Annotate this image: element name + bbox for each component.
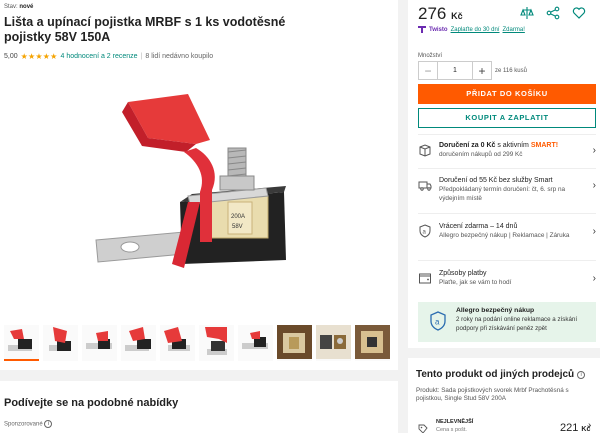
other-sellers-title: Tento produkt od jiných prodejců i — [416, 369, 586, 380]
payment-label: Způsoby platby — [439, 270, 487, 277]
twisto-icon — [418, 25, 426, 35]
cheapest-label: NEJLEVNĚJŠÍ — [436, 419, 474, 425]
delivery-standard-row[interactable]: Doručení od 55 Kč bez služby Smart Předp… — [418, 168, 596, 212]
quantity-label: Množství — [418, 53, 443, 59]
payment-row[interactable]: Způsoby platby Plaťte, jak se vám to hod… — [418, 260, 596, 296]
reviews-link[interactable]: 4 hodnocení a 2 recenze — [60, 53, 137, 60]
shield-icon: a — [428, 311, 448, 331]
price-value: 276 — [418, 4, 447, 23]
thumbnail[interactable] — [160, 325, 195, 361]
paylater-link[interactable]: Zaplaťte do 30 dní — [451, 27, 500, 33]
similar-offers-title: Podívejte se na podobné nabídky — [4, 397, 179, 409]
condition-label: Stav: — [4, 4, 18, 10]
price: 276 Kč — [418, 4, 463, 24]
heart-icon[interactable] — [572, 6, 586, 20]
recent-buyers: 8 lidí nedávno koupilo — [145, 53, 214, 60]
delivery-box-icon — [418, 143, 432, 157]
safe-purchase-title: Allegro bezpečný nákup — [456, 307, 535, 314]
svg-text:200A: 200A — [231, 214, 245, 220]
other-seller-price[interactable]: 221 Kč — [560, 422, 590, 433]
other-price-value: 221 — [560, 422, 579, 433]
smart-logo: SMART! — [530, 142, 559, 149]
thumbnail[interactable] — [238, 325, 273, 361]
wallet-icon — [418, 271, 432, 285]
thumbnail[interactable] — [199, 325, 234, 361]
chevron-right-icon[interactable]: › — [588, 420, 591, 431]
sponsored-label: Sponzorované i — [4, 420, 53, 428]
condition-value: nové — [19, 4, 34, 10]
buy-now-button[interactable]: KOUPIT A ZAPLATIT — [418, 108, 596, 128]
quantity-minus-button[interactable]: − — [419, 64, 437, 78]
returns-sub: Allegro bezpečný nákup | Reklamace | Zár… — [439, 232, 570, 239]
delivery-standard-sub: Předpokládaný termín doručení: čt, 6. sr… — [439, 186, 566, 202]
truck-icon — [418, 178, 432, 192]
sponsored-text: Sponzorované — [4, 421, 43, 428]
svg-text:a: a — [423, 230, 427, 236]
thumbnail[interactable] — [121, 325, 156, 361]
thumbnail[interactable] — [316, 325, 351, 361]
rating-value: 5,00 — [4, 53, 18, 60]
chevron-right-icon: › — [592, 273, 596, 284]
quantity-stepper: − 1 + — [418, 61, 492, 80]
svg-text:a: a — [435, 318, 440, 327]
chevron-right-icon: › — [592, 180, 596, 191]
other-sellers-heading: Tento produkt od jiných prodejců — [416, 369, 575, 380]
separator: | — [140, 53, 143, 60]
returns-row[interactable]: a Vrácení zdarma – 14 dnů Allegro bezpeč… — [418, 213, 596, 259]
delivery-standard-label: Doručení od 55 Kč bez služby Smart — [439, 177, 553, 184]
quantity-available: ze 116 kusů — [495, 68, 527, 74]
price-currency: Kč — [451, 11, 463, 21]
cheapest-sub: Cena s pošt. — [436, 427, 467, 433]
delivery-free-sub: doručením nákupů od 299 Kč — [439, 151, 523, 158]
condition: Stav: nové — [4, 4, 33, 10]
chevron-right-icon: › — [592, 145, 596, 156]
delivery-free-rest: s aktivním — [495, 142, 531, 149]
tag-icon — [418, 421, 428, 433]
rating-row: 5,00 ★★★★★ 4 hodnocení a 2 recenze | 8 l… — [4, 52, 213, 61]
svg-text:58V: 58V — [232, 224, 243, 230]
return-icon: a — [418, 224, 432, 238]
thumbnail-strip — [4, 325, 390, 361]
compare-icon[interactable] — [520, 6, 534, 20]
twisto-label: Twisto — [429, 27, 448, 33]
thumbnail[interactable] — [277, 325, 312, 361]
other-sellers-desc: Produkt: Sada pojistkových svorek Mrbf P… — [416, 387, 569, 402]
safe-purchase-box[interactable]: a Allegro bezpečný nákup 2 roky na podán… — [418, 302, 596, 342]
product-actions — [520, 6, 586, 20]
chevron-right-icon: › — [592, 226, 596, 237]
quantity-plus-button[interactable]: + — [473, 64, 491, 78]
info-icon[interactable]: i — [44, 420, 53, 428]
product-title: Lišta a upínací pojistka MRBF s 1 ks vod… — [4, 15, 286, 44]
add-to-cart-button[interactable]: PŘIDAT DO KOŠÍKU — [418, 84, 596, 104]
share-icon[interactable] — [546, 6, 560, 20]
safe-purchase-text: 2 roky na podání online reklamace a získ… — [456, 316, 578, 332]
delivery-smart-row[interactable]: Doručení za 0 Kč s aktivním SMART! doruč… — [418, 134, 596, 168]
payment-sub: Plaťte, jak se vám to hodí — [439, 279, 512, 286]
thumbnail[interactable] — [43, 325, 78, 361]
paylater-free[interactable]: Zdarma! — [503, 27, 525, 33]
stars-icon: ★★★★★ — [20, 52, 58, 61]
thumbnail[interactable] — [355, 325, 390, 361]
returns-label: Vrácení zdarma – 14 dnů — [439, 223, 518, 230]
delivery-free-label: Doručení za 0 Kč — [439, 142, 496, 149]
thumbnail[interactable] — [4, 325, 39, 361]
paylater-row: Twisto Zaplaťte do 30 dní Zdarma! — [418, 25, 525, 35]
info-icon[interactable]: i — [577, 370, 586, 379]
quantity-input[interactable]: 1 — [437, 62, 473, 79]
thumbnail[interactable] — [82, 325, 117, 361]
product-image[interactable]: 200A 58V — [88, 92, 318, 282]
